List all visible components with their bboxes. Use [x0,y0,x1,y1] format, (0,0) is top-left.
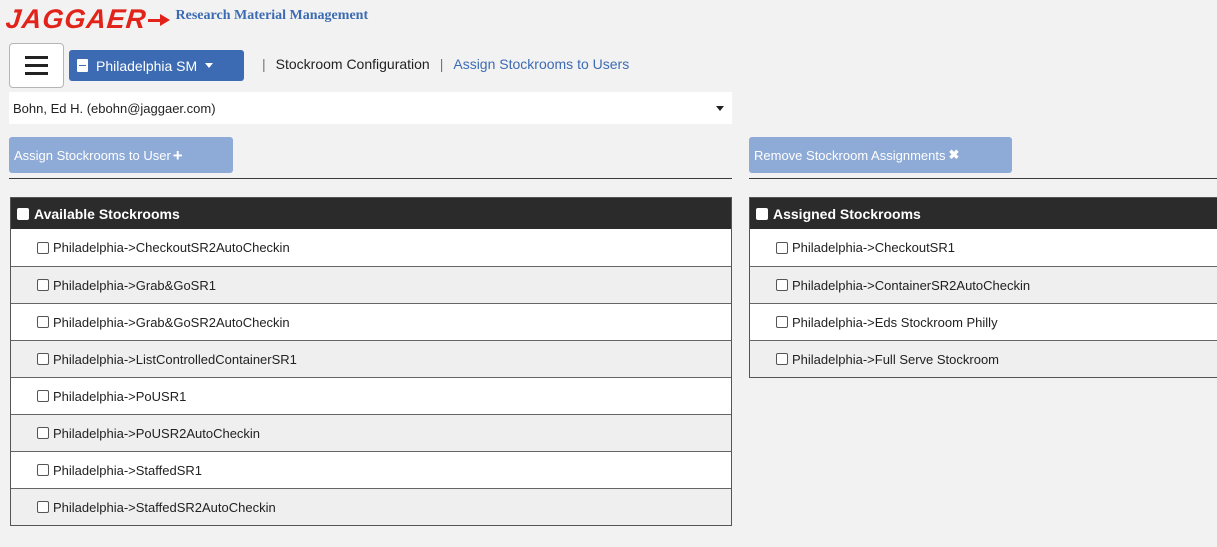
breadcrumb-stockroom-configuration[interactable]: Stockroom Configuration [276,56,430,72]
list-item[interactable]: Philadelphia->CheckoutSR1 [750,229,1217,266]
assign-stockrooms-button[interactable]: Assign Stockrooms to User + [9,137,233,173]
checkbox-icon[interactable] [37,316,49,328]
list-item[interactable]: Philadelphia->StaffedSR1 [11,451,731,488]
remove-button-label: Remove Stockroom Assignments [754,147,946,163]
stockroom-label: Philadelphia->Grab&GoSR1 [53,277,216,293]
site-selector-label: Philadelphia SM [96,57,198,74]
stockroom-label: Philadelphia->Grab&GoSR2AutoCheckin [53,314,290,330]
select-all-assigned-checkbox[interactable] [756,207,768,220]
available-stockrooms-title: Available Stockrooms [34,205,180,222]
stockroom-label: Philadelphia->ContainerSR2AutoCheckin [792,277,1031,293]
breadcrumb-separator: | [262,56,266,72]
close-icon: ✖ [948,147,960,162]
caret-down-icon [716,106,724,111]
checkbox-icon[interactable] [37,279,49,291]
user-select-value: Bohn, Ed H. (ebohn@jaggaer.com) [13,100,216,116]
breadcrumb: | Stockroom Configuration | Assign Stock… [252,56,629,72]
section-divider [9,178,732,179]
caret-down-icon [205,63,214,68]
breadcrumb-separator: | [439,56,444,72]
stockroom-label: Philadelphia->StaffedSR1 [53,462,203,478]
checkbox-icon[interactable] [37,390,49,402]
site-selector-button[interactable]: Philadelphia SM [69,50,244,81]
checkbox-icon[interactable] [37,353,49,365]
available-stockrooms-header: Available Stockrooms [11,198,731,229]
checkbox-icon[interactable] [776,279,788,291]
logo-arrow-icon [147,14,170,26]
section-divider [749,178,1217,179]
stockroom-label: Philadelphia->StaffedSR2AutoCheckin [53,499,276,515]
stockroom-label: Philadelphia->PoUSR1 [53,388,187,404]
list-item[interactable]: Philadelphia->CheckoutSR2AutoCheckin [11,229,731,266]
stockroom-label: Philadelphia->Full Serve Stockroom [792,351,1000,367]
plus-icon: + [172,145,183,165]
stockroom-label: Philadelphia->Eds Stockroom Philly [792,314,998,330]
list-item[interactable]: Philadelphia->PoUSR1 [11,377,731,414]
assigned-stockrooms-header: Assigned Stockrooms [750,198,1217,229]
list-item[interactable]: Philadelphia->Eds Stockroom Philly [750,303,1217,340]
hamburger-menu-icon [25,56,48,59]
logo-text: JAGGAER [4,4,149,34]
assigned-stockrooms-panel: Assigned Stockrooms Philadelphia->Checko… [749,197,1217,378]
list-item[interactable]: Philadelphia->Full Serve Stockroom [750,340,1217,377]
list-item[interactable]: Philadelphia->Grab&GoSR2AutoCheckin [11,303,731,340]
stockroom-label: Philadelphia->CheckoutSR1 [792,240,955,255]
select-all-available-checkbox[interactable] [17,207,29,220]
document-icon [77,59,88,72]
jaggaer-logo[interactable]: JAGGAER [4,4,170,34]
breadcrumb-assign-stockrooms[interactable]: Assign Stockrooms to Users [453,56,629,72]
checkbox-icon[interactable] [37,501,49,513]
checkbox-icon[interactable] [776,241,788,254]
assigned-stockrooms-title: Assigned Stockrooms [773,205,921,222]
checkbox-icon[interactable] [776,353,788,365]
list-item[interactable]: Philadelphia->ContainerSR2AutoCheckin [750,266,1217,303]
checkbox-icon[interactable] [776,316,788,328]
assign-button-label: Assign Stockrooms to User [14,147,171,163]
available-stockrooms-panel: Available Stockrooms Philadelphia->Check… [10,197,732,526]
list-item[interactable]: Philadelphia->PoUSR2AutoCheckin [11,414,731,451]
stockroom-label: Philadelphia->ListControlledContainerSR1 [53,351,297,367]
app-title: Research Material Management [175,8,369,23]
hamburger-menu-button[interactable] [9,43,64,88]
stockroom-label: Philadelphia->CheckoutSR2AutoCheckin [53,240,290,255]
user-select-dropdown[interactable]: Bohn, Ed H. (ebohn@jaggaer.com) [9,92,732,124]
list-item[interactable]: Philadelphia->StaffedSR2AutoCheckin [11,488,731,525]
checkbox-icon[interactable] [37,464,49,476]
brand-header: JAGGAER Research Material Management [4,4,369,34]
list-item[interactable]: Philadelphia->Grab&GoSR1 [11,266,731,303]
remove-assignments-button[interactable]: Remove Stockroom Assignments ✖ [749,137,1012,173]
checkbox-icon[interactable] [37,427,49,439]
list-item[interactable]: Philadelphia->ListControlledContainerSR1 [11,340,731,377]
checkbox-icon[interactable] [37,241,49,254]
stockroom-label: Philadelphia->PoUSR2AutoCheckin [53,425,261,441]
